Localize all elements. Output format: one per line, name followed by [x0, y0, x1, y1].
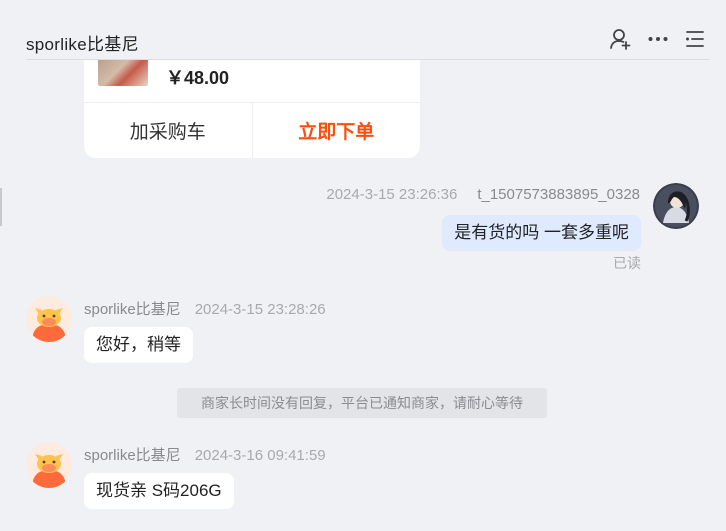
read-status: 已读: [613, 255, 641, 271]
add-to-cart-button[interactable]: 加采购车: [84, 103, 253, 158]
scroll-edge: [0, 188, 2, 226]
product-price: ￥48.00: [166, 68, 230, 88]
message-bubble: 是有货的吗 一套多重呢: [442, 215, 641, 251]
message-bubble: 您好，稍等: [84, 327, 193, 363]
system-notice: 商家长时间没有回复，平台已通知商家，请耐心等待: [177, 388, 547, 418]
message-time: 2024-3-16 09:41:59: [194, 447, 326, 464]
message-meta: sporlike比基尼 2024-3-15 23:28:26: [84, 298, 326, 319]
product-card[interactable]: ￥48.00 加采购车 立即下单: [84, 60, 420, 158]
product-card-actions: 加采购车 立即下单: [84, 102, 420, 158]
shop-avatar[interactable]: [26, 296, 72, 342]
sender-name: sporlike比基尼: [84, 301, 181, 318]
buy-now-button[interactable]: 立即下单: [253, 103, 421, 158]
product-thumbnail[interactable]: [98, 60, 148, 86]
message-time: 2024-3-15 23:26:36: [326, 186, 458, 203]
menu-icon[interactable]: [684, 28, 706, 50]
sender-name: sporlike比基尼: [84, 447, 181, 464]
user-add-icon[interactable]: [609, 28, 631, 50]
message-bubble: 现货亲 S码206G: [84, 473, 234, 509]
more-icon[interactable]: [647, 28, 669, 50]
sender-name: t_1507573883895_0328: [477, 186, 640, 203]
message-meta: sporlike比基尼 2024-3-16 09:41:59: [84, 444, 326, 465]
chat-header: sporlike比基尼: [0, 0, 726, 60]
message-meta: 2024-3-15 23:26:36 t_1507573883895_0328: [326, 186, 640, 203]
shop-avatar[interactable]: [26, 442, 72, 488]
user-avatar[interactable]: [653, 183, 699, 229]
message-time: 2024-3-15 23:28:26: [194, 301, 326, 318]
chat-title: sporlike比基尼: [26, 35, 139, 54]
